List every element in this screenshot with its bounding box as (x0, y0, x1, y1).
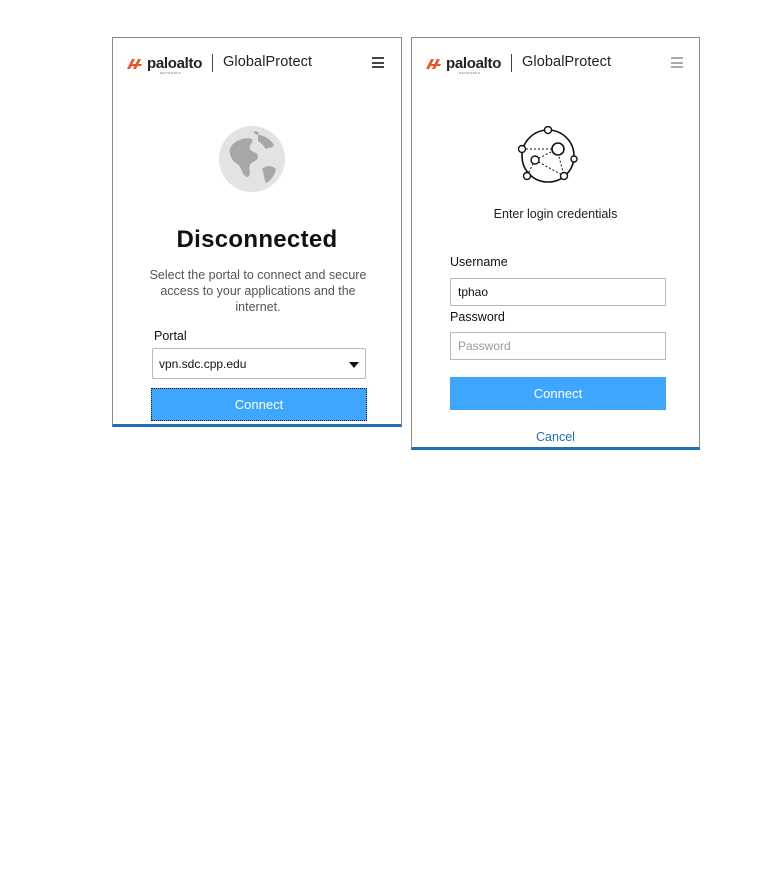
brand-name: paloalto (147, 55, 203, 72)
status-description: Select the portal to connect and secure … (149, 268, 367, 314)
hamburger-menu-icon[interactable] (372, 57, 384, 68)
paloalto-logo: paloalto NETWORKS (425, 55, 502, 75)
portal-select[interactable]: vpn.sdc.cpp.edu (152, 348, 366, 379)
header-divider (511, 54, 512, 72)
login-prompt: Enter login credentials (493, 207, 618, 221)
username-label: Username (450, 255, 508, 269)
network-nodes-icon (517, 126, 578, 183)
paloalto-logo: paloalto NETWORKS (126, 55, 203, 75)
globalprotect-window-login: paloalto NETWORKS GlobalProtect Enter lo… (411, 37, 700, 450)
paloalto-logo-icon (127, 58, 142, 69)
password-label: Password (450, 310, 505, 324)
brand-name: paloalto (446, 55, 502, 72)
brand-subtitle: NETWORKS (459, 71, 481, 75)
password-input[interactable]: Password (450, 332, 666, 360)
portal-selected-value: vpn.sdc.cpp.edu (159, 357, 247, 371)
connect-button[interactable]: Connect (151, 388, 367, 421)
portal-label: Portal (154, 329, 187, 343)
username-input[interactable]: tphao (450, 278, 666, 306)
caret-down-icon (349, 362, 359, 368)
hamburger-menu-icon (671, 57, 683, 68)
brand-subtitle: NETWORKS (160, 71, 182, 75)
app-title: GlobalProtect (522, 54, 612, 70)
window-header: paloalto NETWORKS GlobalProtect (412, 52, 699, 75)
globalprotect-window-disconnected: paloalto NETWORKS GlobalProtect Disconne… (112, 37, 402, 427)
header-divider (212, 54, 213, 72)
cancel-link[interactable]: Cancel (412, 430, 699, 444)
window-header: paloalto NETWORKS GlobalProtect (113, 52, 401, 75)
globe-icon (219, 126, 285, 192)
paloalto-logo-icon (426, 58, 441, 69)
connection-status-title: Disconnected (176, 226, 338, 253)
connect-button[interactable]: Connect (450, 377, 666, 410)
app-title: GlobalProtect (223, 54, 313, 70)
